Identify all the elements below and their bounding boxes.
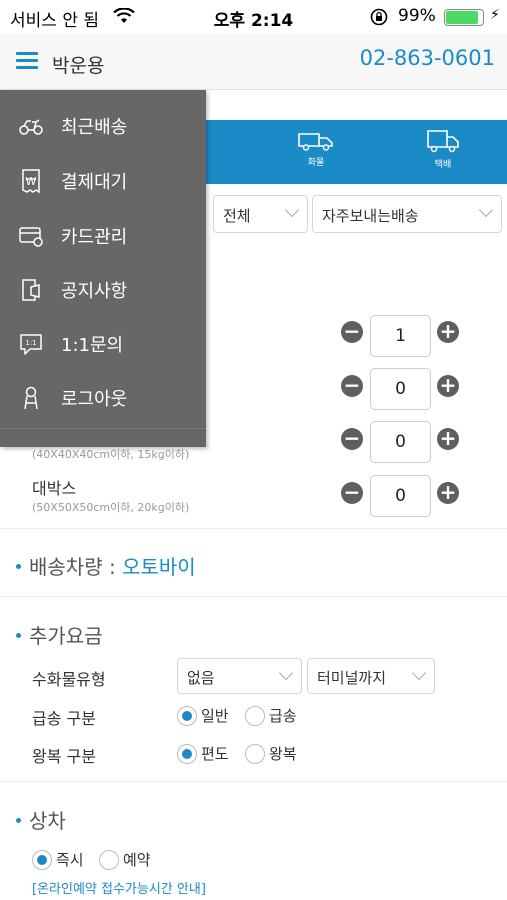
drawer-item-logout[interactable]: 로그아웃 xyxy=(0,373,206,423)
pickup-radio-reserve[interactable]: 예약 xyxy=(99,849,151,870)
side-drawer: 최근배송 ₩ 결제대기 카드관리 공지사항 1:1 1:1문의 로그아웃 xyxy=(0,90,206,447)
increment-button[interactable]: + xyxy=(437,375,459,397)
tab-cargo-label: 화물 xyxy=(307,158,325,168)
logout-person-icon xyxy=(24,386,38,410)
divider xyxy=(0,528,507,529)
charging-bolt-icon: ⚡ xyxy=(490,7,500,23)
urgency-option-label: 일반 xyxy=(201,707,229,725)
won-receipt-icon: ₩ xyxy=(22,169,40,194)
decrement-button[interactable]: − xyxy=(341,482,363,504)
drawer-item-label: 공지사항 xyxy=(61,281,128,302)
menu-icon[interactable] xyxy=(16,52,38,70)
battery-icon xyxy=(444,9,484,26)
svg-text:₩: ₩ xyxy=(26,175,37,188)
pickup-option-label: 예약 xyxy=(123,851,151,869)
divider xyxy=(0,781,507,782)
radio-unchecked-icon xyxy=(245,705,265,726)
radio-unchecked-icon xyxy=(245,743,265,764)
extra-fee-title: 추가요금 xyxy=(16,620,103,649)
drawer-item-recent-delivery[interactable]: 최근배송 xyxy=(0,101,206,151)
round-radio-roundtrip[interactable]: 왕복 xyxy=(245,743,297,764)
package-spec: (40X40X40cm이하, 15kg이하) xyxy=(32,448,190,461)
drawer-item-label: 카드관리 xyxy=(61,227,128,248)
pickup-option-label: 즉시 xyxy=(56,851,84,869)
card-icon xyxy=(19,227,43,247)
increment-button[interactable]: + xyxy=(437,428,459,450)
quantity-field[interactable]: 0 xyxy=(370,475,431,517)
drawer-item-inquiry[interactable]: 1:1 1:1문의 xyxy=(0,319,206,369)
tab-cargo[interactable]: 화물 xyxy=(276,128,356,168)
radio-checked-icon xyxy=(177,743,197,764)
chevron-down-icon xyxy=(411,665,427,681)
decrement-button[interactable]: − xyxy=(341,428,363,450)
vehicle-section-label: 배송차량 : xyxy=(29,555,116,579)
vehicle-type-value[interactable]: 오토바이 xyxy=(122,555,196,579)
urgency-label: 급송 구분 xyxy=(32,709,96,728)
cargo-type-select[interactable]: 없음 xyxy=(177,658,302,694)
bullet-icon xyxy=(16,633,21,638)
drawer-item-label: 최근배송 xyxy=(61,117,128,138)
pickup-radio-now[interactable]: 즉시 xyxy=(32,849,84,870)
radio-checked-icon xyxy=(177,705,197,726)
decrement-button[interactable]: − xyxy=(341,375,363,397)
cargo-type-label: 수화물유형 xyxy=(32,670,106,689)
decrement-button[interactable]: − xyxy=(341,321,363,343)
drawer-item-label: 1:1문의 xyxy=(61,335,124,356)
delivery-type-select-value: 자주보내는배송 xyxy=(322,207,419,225)
cargo-type-value: 없음 xyxy=(187,669,215,687)
cargo-destination-select[interactable]: 터미널까지 xyxy=(307,658,435,694)
drawer-divider xyxy=(0,428,206,429)
divider xyxy=(0,596,507,597)
region-select-value: 전체 xyxy=(223,207,251,225)
round-option-label: 왕복 xyxy=(269,745,297,763)
phone-number-link[interactable]: 02-863-0601 xyxy=(360,46,495,70)
urgency-radio-normal[interactable]: 일반 xyxy=(177,705,229,726)
delivery-type-select[interactable]: 자주보내는배송 xyxy=(312,195,502,233)
truck-icon xyxy=(298,133,333,151)
region-select[interactable]: 전체 xyxy=(213,195,308,233)
orientation-lock-icon xyxy=(370,8,388,26)
pickup-title: 상차 xyxy=(16,805,66,834)
pickup-label: 상차 xyxy=(29,809,66,833)
app-header: 박운용 02-863-0601 xyxy=(0,34,507,90)
quantity-field[interactable]: 1 xyxy=(370,315,431,357)
drawer-item-notices[interactable]: 공지사항 xyxy=(0,265,206,315)
cargo-destination-value: 터미널까지 xyxy=(317,669,387,687)
drawer-item-payment-pending[interactable]: ₩ 결제대기 xyxy=(0,156,206,206)
drawer-item-label: 결제대기 xyxy=(61,172,128,193)
chevron-down-icon xyxy=(478,202,494,218)
bullet-icon xyxy=(16,818,21,823)
drawer-item-label: 로그아웃 xyxy=(61,389,128,410)
increment-button[interactable]: + xyxy=(437,482,459,504)
quantity-field[interactable]: 0 xyxy=(370,368,431,410)
quantity-field[interactable]: 0 xyxy=(370,421,431,463)
radio-unchecked-icon xyxy=(99,849,119,870)
chevron-down-icon xyxy=(284,202,300,218)
package-label: 대박스 xyxy=(32,479,77,498)
battery-percent: 99% xyxy=(398,6,436,26)
package-spec: (50X50X50cm이하, 20kg이하) xyxy=(32,501,190,514)
svg-text:1:1: 1:1 xyxy=(25,339,36,347)
reservation-hours-link[interactable]: [온라인예약 접수가능시간 안내] xyxy=(32,878,206,897)
tab-parcel[interactable]: 택배 xyxy=(403,128,483,170)
parcel-truck-icon xyxy=(427,130,459,153)
extra-fee-label: 추가요금 xyxy=(29,624,103,648)
notice-icon xyxy=(22,279,40,301)
round-option-label: 편도 xyxy=(201,745,229,763)
round-radio-oneway[interactable]: 편도 xyxy=(177,743,229,764)
user-name: 박운용 xyxy=(52,55,105,77)
increment-button[interactable]: + xyxy=(437,321,459,343)
bullet-icon xyxy=(16,564,21,569)
radio-checked-icon xyxy=(32,849,52,870)
round-trip-label: 왕복 구분 xyxy=(32,747,96,766)
scooter-icon xyxy=(19,119,43,135)
drawer-item-card-management[interactable]: 카드관리 xyxy=(0,211,206,261)
urgency-option-label: 급송 xyxy=(269,707,297,725)
chevron-down-icon xyxy=(278,665,294,681)
tab-parcel-label: 택배 xyxy=(434,160,452,170)
chat-bubble-icon: 1:1 xyxy=(20,334,42,355)
status-bar: 서비스 안 됨 오후 2:14 99% ⚡ xyxy=(0,0,507,34)
vehicle-section-title: 배송차량 : 오토바이 xyxy=(16,551,196,580)
urgency-radio-express[interactable]: 급송 xyxy=(245,705,297,726)
